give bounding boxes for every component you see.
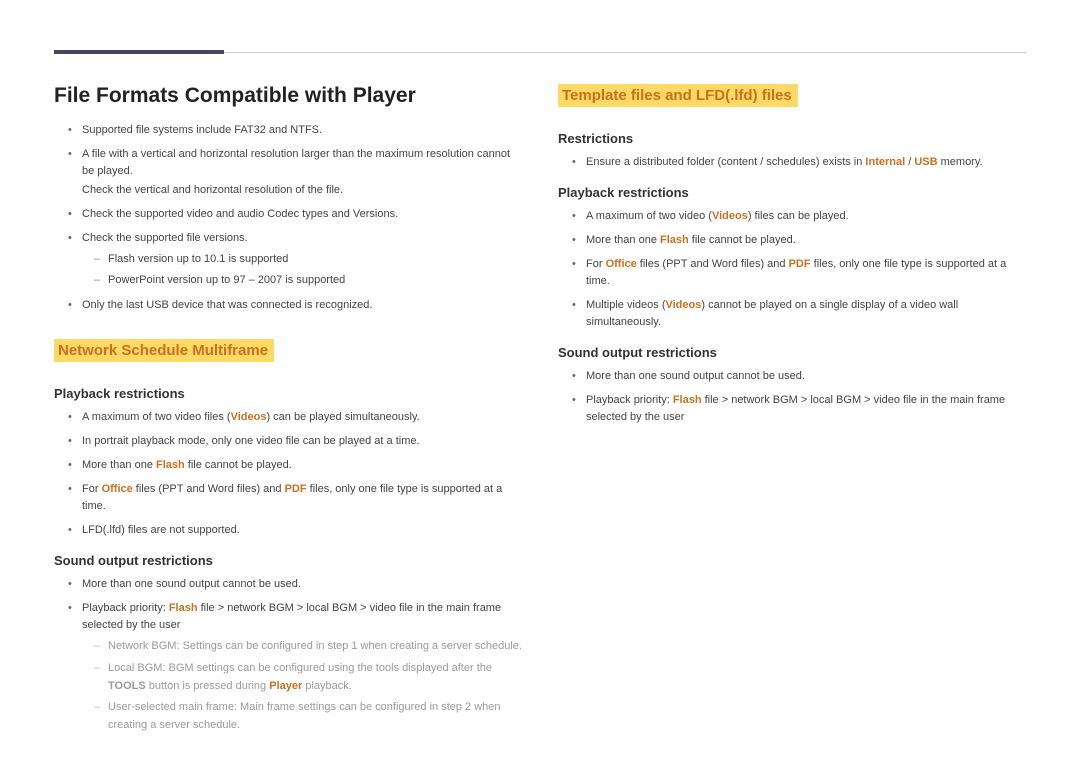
accent-office: Office <box>606 258 637 270</box>
dash-item: PowerPoint version up to 97 – 2007 is su… <box>94 272 522 290</box>
text: / <box>905 156 914 168</box>
list-item: Multiple videos (Videos) cannot be playe… <box>572 297 1026 331</box>
bullet-list: More than one sound output cannot be use… <box>558 368 1026 426</box>
accent-videos: Videos <box>665 299 701 311</box>
list-item-text: A file with a vertical and horizontal re… <box>82 148 510 177</box>
left-column: File Formats Compatible with Player Supp… <box>54 84 522 741</box>
subsection-sound-output-restrictions-r: Sound output restrictions <box>558 345 1026 360</box>
dash-item: Network BGM: Settings can be configured … <box>94 638 522 656</box>
accent-pdf: PDF <box>789 258 811 270</box>
subsection-restrictions: Restrictions <box>558 131 1026 146</box>
list-item: Only the last USB device that was connec… <box>68 297 522 314</box>
list-item: LFD(.lfd) files are not supported. <box>68 522 522 539</box>
text: A maximum of two video ( <box>586 210 712 222</box>
text: A maximum of two video files ( <box>82 411 231 423</box>
list-item: A maximum of two video (Videos) files ca… <box>572 208 1026 225</box>
bold-tools: TOOLS <box>108 680 146 692</box>
text: files (PPT and Word files) and <box>637 258 789 270</box>
dash-sublist: Flash version up to 10.1 is supported Po… <box>82 251 522 290</box>
section-network-schedule: Network Schedule Multiframe <box>54 339 274 362</box>
bullet-list: A maximum of two video files (Videos) ca… <box>54 409 522 539</box>
top-bullet-list: Supported file systems include FAT32 and… <box>54 122 522 314</box>
text: memory. <box>938 156 983 168</box>
list-item: More than one Flash file cannot be playe… <box>572 232 1026 249</box>
list-item: For Office files (PPT and Word files) an… <box>572 256 1026 290</box>
list-item: A maximum of two video files (Videos) ca… <box>68 409 522 426</box>
text: button is pressed during <box>146 680 270 692</box>
text: Ensure a distributed folder (content / s… <box>586 156 865 168</box>
accent-videos: Videos <box>712 210 748 222</box>
right-column: Template files and LFD(.lfd) files Restr… <box>558 84 1026 741</box>
bullet-list: More than one sound output cannot be use… <box>54 576 522 734</box>
accent-internal: Internal <box>865 156 905 168</box>
text: Playback priority: <box>586 394 673 406</box>
accent-pdf: PDF <box>285 483 307 495</box>
text: Playback priority: <box>82 602 169 614</box>
subsection-playback-restrictions-r: Playback restrictions <box>558 185 1026 200</box>
list-item: More than one sound output cannot be use… <box>572 368 1026 385</box>
accent-usb: USB <box>914 156 937 168</box>
list-item: Playback priority: Flash file > network … <box>572 392 1026 426</box>
subsection-playback-restrictions: Playback restrictions <box>54 386 522 401</box>
text: file cannot be played. <box>185 459 292 471</box>
accent-flash: Flash <box>660 234 689 246</box>
text: Multiple videos ( <box>586 299 665 311</box>
bullet-list: A maximum of two video (Videos) files ca… <box>558 208 1026 331</box>
list-item: Ensure a distributed folder (content / s… <box>572 154 1026 171</box>
text: ) can be played simultaneously. <box>266 411 419 423</box>
list-item: A file with a vertical and horizontal re… <box>68 146 522 199</box>
accent-player: Player <box>269 680 302 692</box>
dash-item: User-selected main frame: Main frame set… <box>94 699 522 734</box>
text: files (PPT and Word files) and <box>133 483 285 495</box>
bullet-list: Ensure a distributed folder (content / s… <box>558 154 1026 171</box>
list-item-text: Check the supported file versions. <box>82 232 248 244</box>
text: More than one <box>586 234 660 246</box>
accent-flash: Flash <box>156 459 185 471</box>
list-item-subnote: Check the vertical and horizontal resolu… <box>82 182 522 199</box>
accent-office: Office <box>102 483 133 495</box>
accent-flash: Flash <box>673 394 702 406</box>
list-item: More than one sound output cannot be use… <box>68 576 522 593</box>
dash-item: Flash version up to 10.1 is supported <box>94 251 522 269</box>
dash-sublist-gray: Network BGM: Settings can be configured … <box>82 638 522 734</box>
dash-item: Local BGM: BGM settings can be configure… <box>94 660 522 695</box>
section-template-lfd: Template files and LFD(.lfd) files <box>558 84 798 107</box>
content-columns: File Formats Compatible with Player Supp… <box>54 84 1026 741</box>
list-item: Check the supported file versions. Flash… <box>68 230 522 290</box>
text: ) files can be played. <box>748 210 849 222</box>
list-item: For Office files (PPT and Word files) an… <box>68 481 522 515</box>
subsection-sound-output-restrictions: Sound output restrictions <box>54 553 522 568</box>
text: For <box>586 258 606 270</box>
text: For <box>82 483 102 495</box>
list-item: Check the supported video and audio Code… <box>68 206 522 223</box>
text: file cannot be played. <box>689 234 796 246</box>
list-item: In portrait playback mode, only one vide… <box>68 433 522 450</box>
page-title: File Formats Compatible with Player <box>54 84 522 108</box>
list-item: More than one Flash file cannot be playe… <box>68 457 522 474</box>
header-rule-thick <box>54 50 224 54</box>
accent-videos: Videos <box>231 411 267 423</box>
text: playback. <box>302 680 352 692</box>
header-rule-thin <box>224 52 1026 53</box>
list-item: Playback priority: Flash file > network … <box>68 600 522 734</box>
list-item: Supported file systems include FAT32 and… <box>68 122 522 139</box>
header-rule <box>54 50 1026 54</box>
accent-flash: Flash <box>169 602 198 614</box>
text: Local BGM: BGM settings can be configure… <box>108 662 492 674</box>
text: More than one <box>82 459 156 471</box>
